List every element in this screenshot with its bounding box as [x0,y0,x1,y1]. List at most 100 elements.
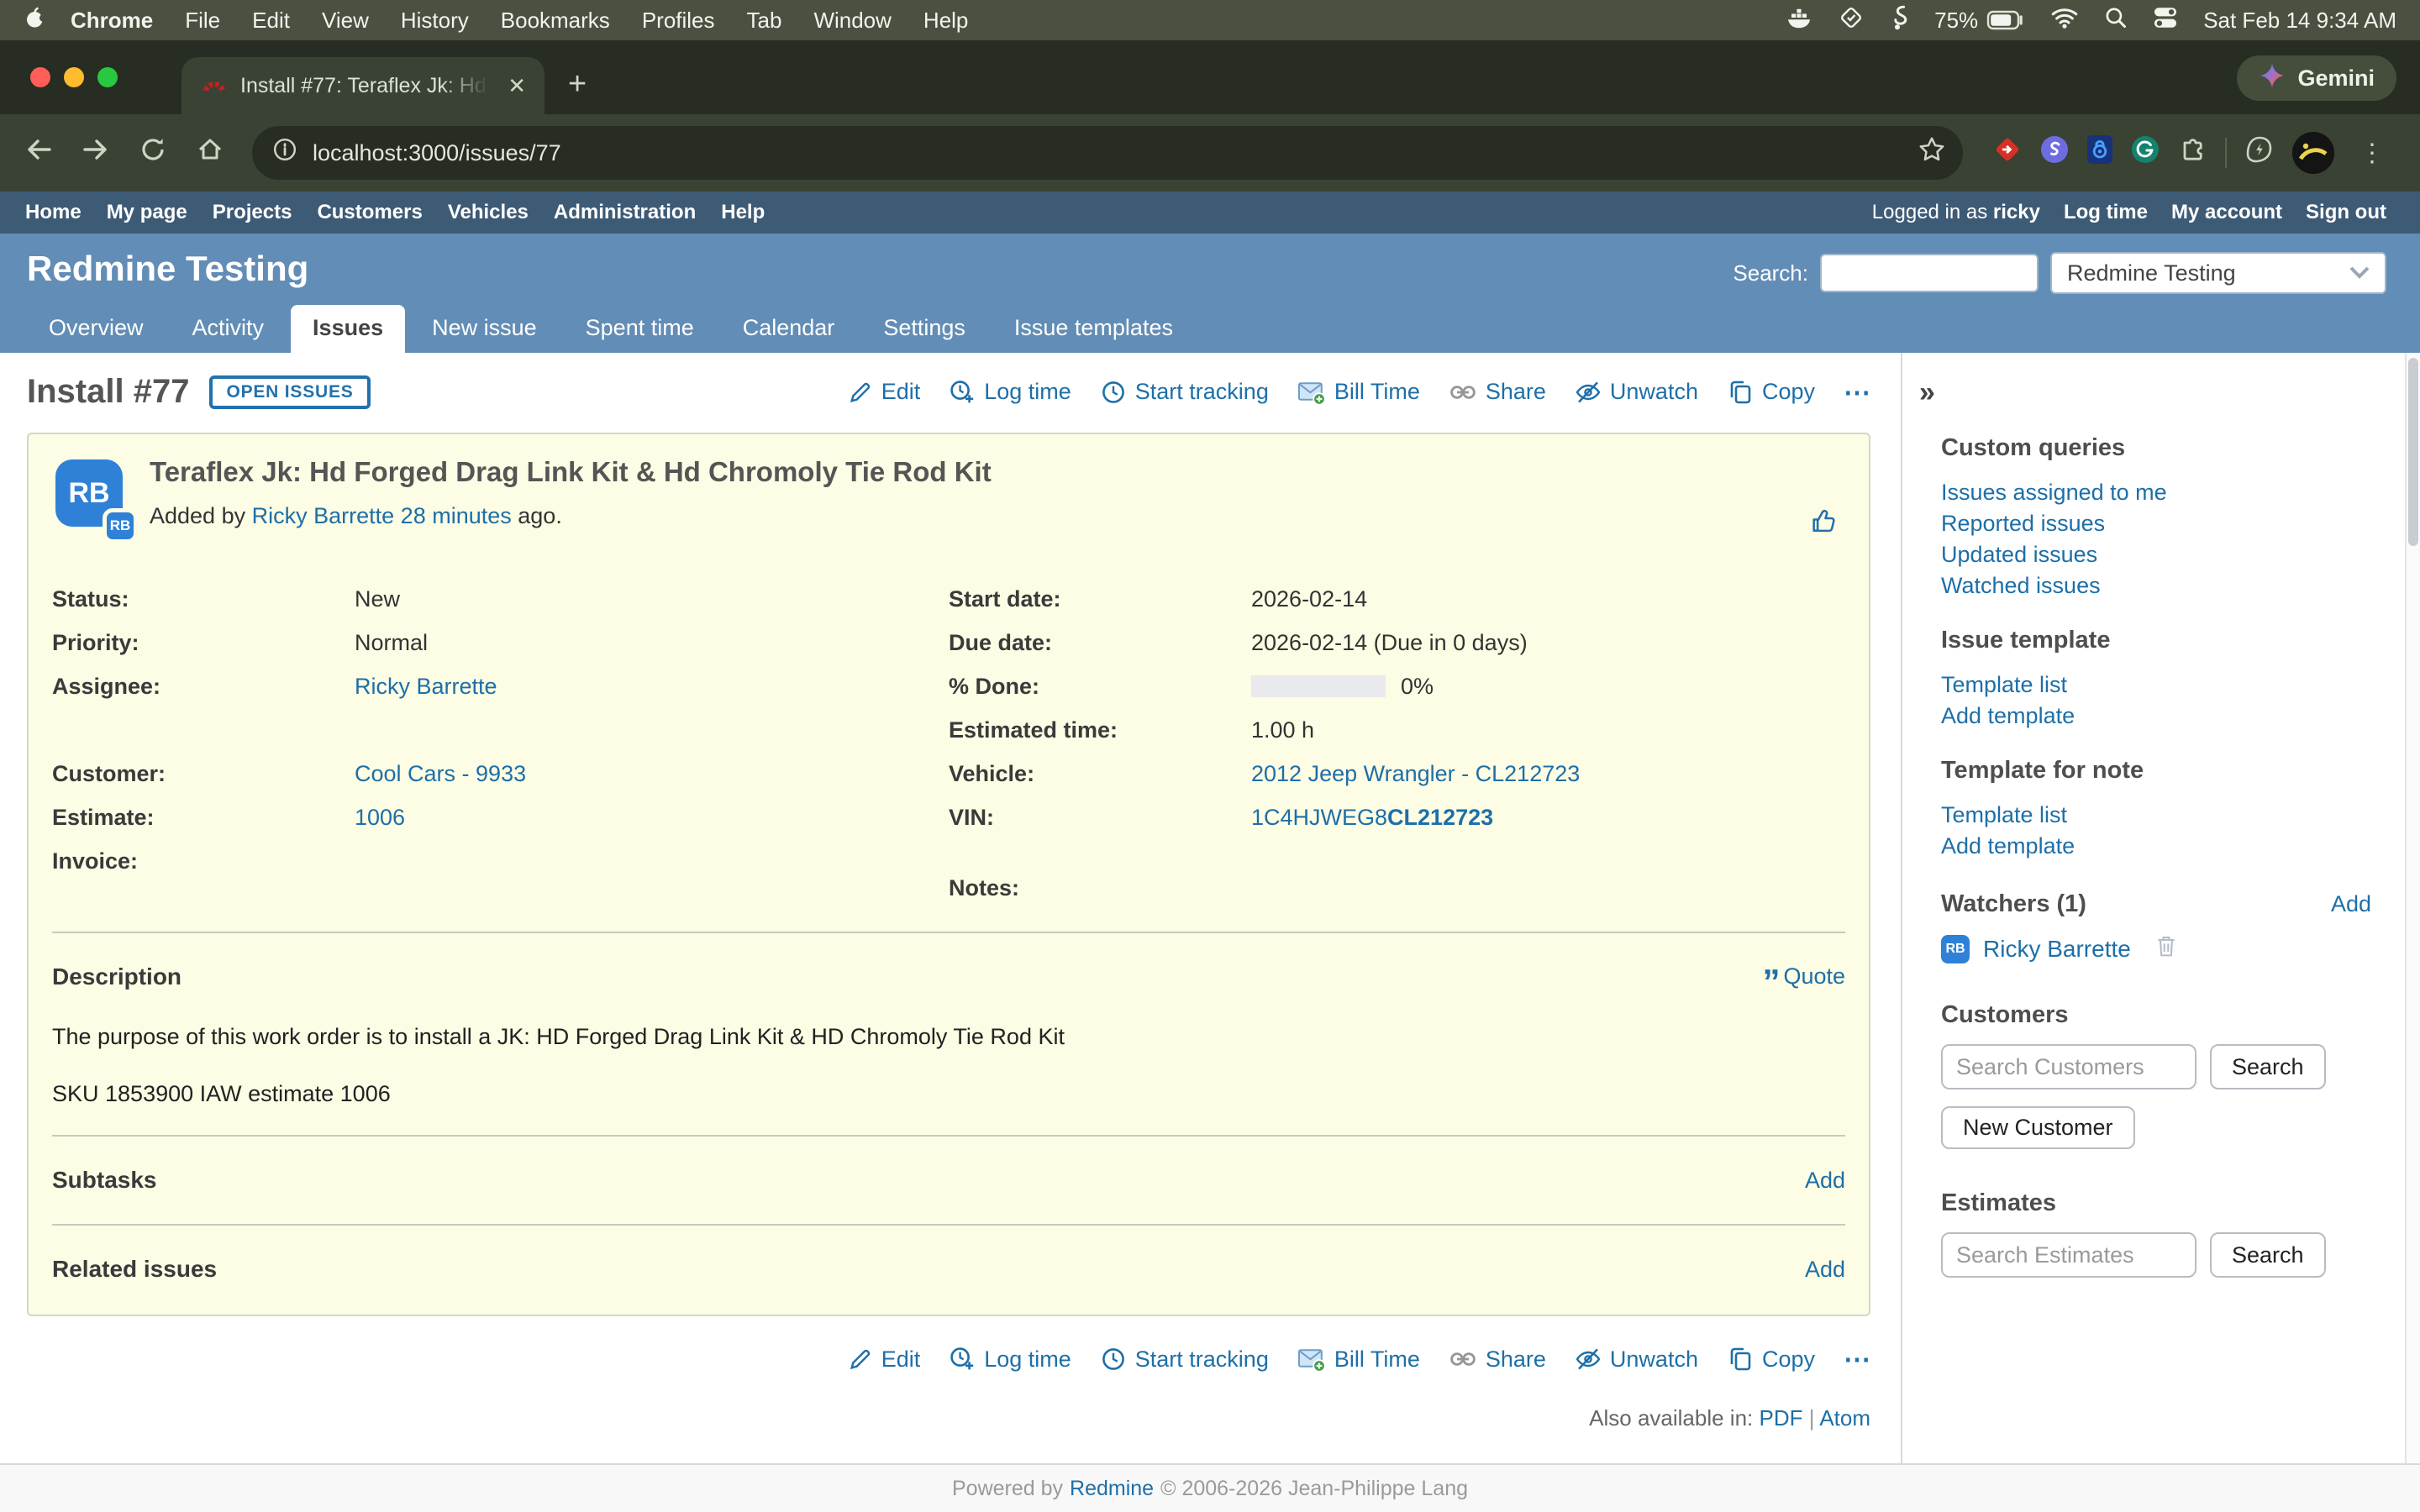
log-time-button-bottom[interactable]: Log time [949,1346,1071,1373]
menu-file[interactable]: File [185,8,220,34]
vehicle-link[interactable]: 2012 Jeep Wrangler - CL212723 [1251,761,1580,786]
tab-close-icon[interactable]: ✕ [502,73,531,99]
sidebar-link-reported-issues[interactable]: Reported issues [1941,508,2371,539]
open-issues-badge[interactable]: OPEN ISSUES [209,375,370,409]
bookmark-star-icon[interactable] [1918,135,1946,171]
reload-icon[interactable] [131,136,175,170]
add-watcher-link[interactable]: Add [2331,891,2371,917]
menu-history[interactable]: History [401,8,469,34]
add-subtask-link[interactable]: Add [1805,1168,1845,1194]
search-input[interactable] [1820,254,2039,292]
maximize-window-button[interactable] [97,67,118,87]
issue-add-template-link[interactable]: Add template [1941,701,2371,732]
more-actions-button[interactable]: ⋯ [1844,376,1870,408]
topmenu-vehicles[interactable]: Vehicles [448,201,529,224]
note-template-list-link[interactable]: Template list [1941,800,2371,831]
tab-overview[interactable]: Overview [27,305,166,353]
start-tracking-button-bottom[interactable]: Start tracking [1100,1346,1269,1373]
docker-icon[interactable] [1785,5,1813,36]
redmine-link[interactable]: Redmine [1070,1477,1154,1501]
sidebar-collapse-icon[interactable]: » [1919,376,1935,409]
added-time-link[interactable]: 28 minutes [401,503,512,528]
sidebar-link-watched-issues[interactable]: Watched issues [1941,570,2371,601]
account-my-account[interactable]: My account [2171,201,2282,224]
start-tracking-button[interactable]: Start tracking [1100,379,1269,406]
page-scrollbar[interactable] [2405,353,2420,1463]
extensions-puzzle-icon[interactable] [2178,135,2207,171]
menu-view[interactable]: View [322,8,369,34]
menu-bookmarks[interactable]: Bookmarks [501,8,610,34]
close-window-button[interactable] [30,67,50,87]
account-sign-out[interactable]: Sign out [2306,201,2386,224]
topmenu-home[interactable]: Home [25,201,82,224]
menu-edit[interactable]: Edit [252,8,290,34]
site-info-icon[interactable] [272,137,297,169]
edit-button-bottom[interactable]: Edit [848,1347,921,1373]
menu-window[interactable]: Window [813,8,891,34]
sidebar-link-updated-issues[interactable]: Updated issues [1941,539,2371,570]
bill-time-button[interactable]: Bill Time [1297,379,1420,406]
more-actions-button-bottom[interactable]: ⋯ [1844,1343,1870,1375]
menu-chrome[interactable]: Chrome [71,8,153,34]
extension-purple-icon[interactable] [2040,135,2069,171]
unwatch-button[interactable]: Unwatch [1575,379,1698,406]
account-log-time[interactable]: Log time [2064,201,2148,224]
grammarly-icon[interactable] [2131,135,2160,171]
back-icon[interactable] [17,137,60,169]
wifi-icon[interactable] [2050,7,2079,34]
topmenu-help[interactable]: Help [721,201,765,224]
menu-tab[interactable]: Tab [747,8,782,34]
menu-profiles[interactable]: Profiles [642,8,715,34]
gemini-button[interactable]: Gemini [2237,55,2396,101]
new-tab-button[interactable]: + [568,67,587,101]
topmenu-my-page[interactable]: My page [107,201,187,224]
topmenu-customers[interactable]: Customers [317,201,422,224]
forward-icon[interactable] [74,137,118,169]
tab-new-issue[interactable]: New issue [410,305,559,353]
customer-link[interactable]: Cool Cars - 9933 [355,761,526,786]
share-button-bottom[interactable]: Share [1449,1347,1546,1373]
copy-button-bottom[interactable]: Copy [1727,1346,1815,1373]
extension-lock-icon[interactable] [2087,135,2112,171]
tab-issues[interactable]: Issues [291,305,405,353]
pin-diamond-icon[interactable] [1839,5,1864,36]
copy-button[interactable]: Copy [1727,379,1815,406]
project-select[interactable]: Redmine Testing [2050,252,2386,294]
tab-spent-time[interactable]: Spent time [564,305,716,353]
estimate-link[interactable]: 1006 [355,805,405,830]
atom-link[interactable]: Atom [1819,1405,1870,1431]
extension-red-icon[interactable] [1993,135,2022,171]
assignee-link[interactable]: Ricky Barrette [355,674,497,699]
url-text[interactable]: localhost:3000/issues/77 [313,140,1902,166]
topmenu-projects[interactable]: Projects [213,201,292,224]
browser-tab[interactable]: Install #77: Teraflex Jk: Hd Fo ✕ [182,57,544,114]
author-link[interactable]: Ricky Barrette [252,503,395,528]
search-customers-input[interactable] [1941,1044,2196,1089]
spotlight-icon[interactable] [2104,6,2128,35]
search-estimates-input[interactable] [1941,1232,2196,1278]
issue-template-list-link[interactable]: Template list [1941,669,2371,701]
bill-time-button-bottom[interactable]: Bill Time [1297,1346,1420,1373]
watcher-name-link[interactable]: Ricky Barrette [1983,936,2131,963]
home-icon[interactable] [188,136,232,170]
vin-link[interactable]: 1C4HJWEG8CL212723 [1251,805,1493,830]
search-estimates-button[interactable]: Search [2210,1232,2326,1278]
unwatch-button-bottom[interactable]: Unwatch [1575,1346,1698,1373]
add-related-issue-link[interactable]: Add [1805,1257,1845,1283]
pdf-link[interactable]: PDF [1760,1405,1803,1431]
menubar-clock[interactable]: Sat Feb 14 9:34 AM [2203,8,2396,34]
tab-activity[interactable]: Activity [171,305,287,353]
minimize-window-button[interactable] [64,67,84,87]
topmenu-administration[interactable]: Administration [554,201,696,224]
thumbs-up-icon[interactable] [1810,507,1839,541]
tab-calendar[interactable]: Calendar [721,305,857,353]
log-time-button[interactable]: Log time [949,379,1071,406]
tab-settings[interactable]: Settings [861,305,987,353]
share-button[interactable]: Share [1449,379,1546,405]
snake-icon[interactable] [1889,4,1909,37]
profile-avatar[interactable] [2292,132,2334,174]
quote-button[interactable]: ”Quote [1762,963,1845,990]
energy-saver-icon[interactable] [2245,135,2274,171]
tab-issue-templates[interactable]: Issue templates [992,305,1195,353]
control-center-icon[interactable] [2153,6,2178,35]
